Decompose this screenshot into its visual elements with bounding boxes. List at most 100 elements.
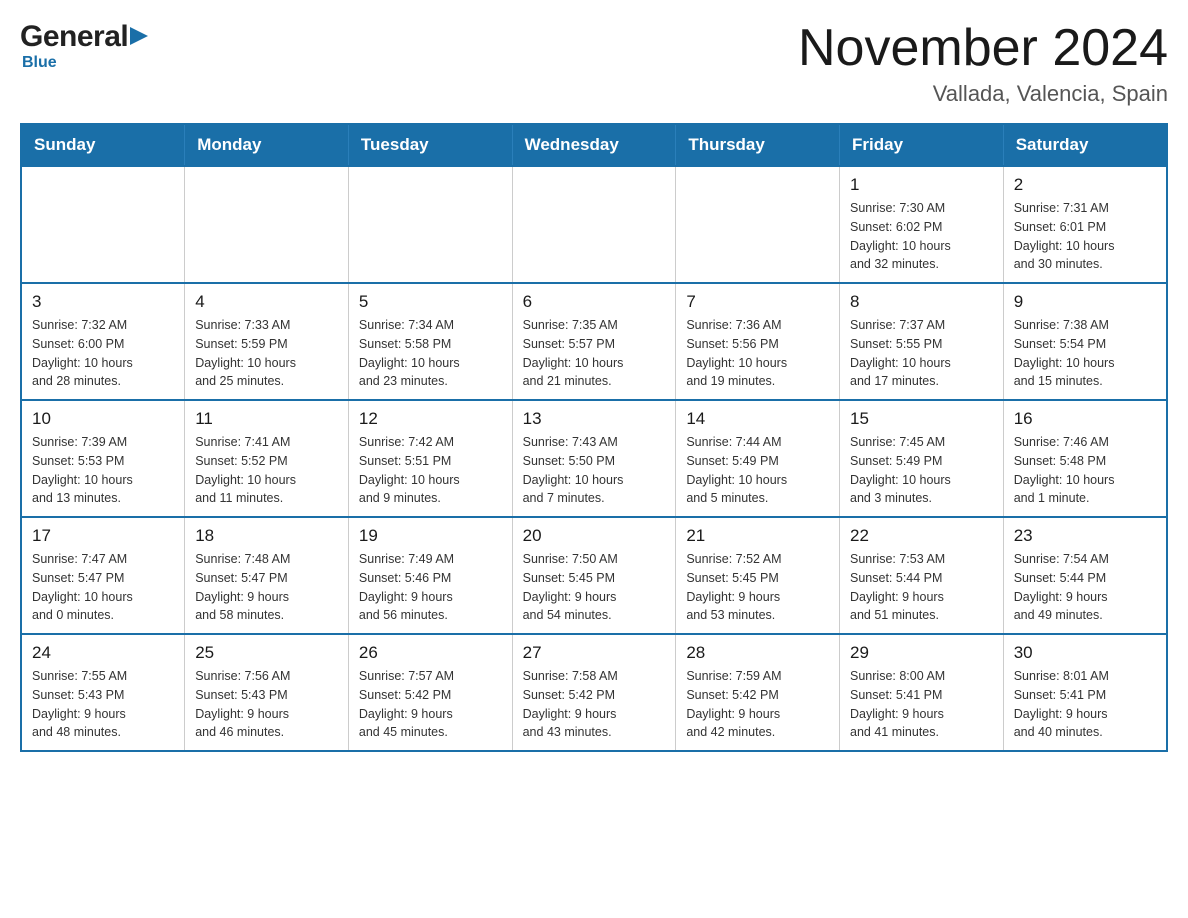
day-cell: 18 Sunrise: 7:48 AM Sunset: 5:47 PM Dayli… [185,517,349,634]
day-cell: 10 Sunrise: 7:39 AM Sunset: 5:53 PM Dayli… [21,400,185,517]
day-info: Sunrise: 7:48 AM Sunset: 5:47 PM Dayligh… [195,550,338,625]
day-number: 10 [32,409,174,429]
day-number: 14 [686,409,829,429]
day-cell: 13 Sunrise: 7:43 AM Sunset: 5:50 PM Dayli… [512,400,676,517]
day-cell: 19 Sunrise: 7:49 AM Sunset: 5:46 PM Dayli… [348,517,512,634]
day-cell [512,166,676,283]
days-of-week-row: SundayMondayTuesdayWednesdayThursdayFrid… [21,124,1167,166]
day-number: 13 [523,409,666,429]
day-number: 19 [359,526,502,546]
day-cell: 11Sunrise: 7:41 AM Sunset: 5:52 PM Dayli… [185,400,349,517]
day-cell: 24 Sunrise: 7:55 AM Sunset: 5:43 PM Dayli… [21,634,185,751]
day-number: 11 [195,409,338,429]
day-info: Sunrise: 7:38 AM Sunset: 5:54 PM Dayligh… [1014,316,1156,391]
day-info: Sunrise: 7:46 AM Sunset: 5:48 PM Dayligh… [1014,433,1156,508]
day-cell: 27 Sunrise: 7:58 AM Sunset: 5:42 PM Dayli… [512,634,676,751]
day-cell: 29Sunrise: 8:00 AM Sunset: 5:41 PM Dayli… [840,634,1004,751]
day-number: 7 [686,292,829,312]
day-info: Sunrise: 7:37 AM Sunset: 5:55 PM Dayligh… [850,316,993,391]
week-row-4: 17Sunrise: 7:47 AM Sunset: 5:47 PM Dayli… [21,517,1167,634]
day-number: 5 [359,292,502,312]
day-info: Sunrise: 7:49 AM Sunset: 5:46 PM Dayligh… [359,550,502,625]
day-number: 8 [850,292,993,312]
day-number: 27 [523,643,666,663]
day-info: Sunrise: 7:30 AM Sunset: 6:02 PM Dayligh… [850,199,993,274]
day-number: 24 [32,643,174,663]
logo: General Blue [20,20,148,72]
day-info: Sunrise: 7:57 AM Sunset: 5:42 PM Dayligh… [359,667,502,742]
day-info: Sunrise: 7:42 AM Sunset: 5:51 PM Dayligh… [359,433,502,508]
day-number: 6 [523,292,666,312]
week-row-3: 10 Sunrise: 7:39 AM Sunset: 5:53 PM Dayli… [21,400,1167,517]
day-info: Sunrise: 7:39 AM Sunset: 5:53 PM Dayligh… [32,433,174,508]
day-number: 18 [195,526,338,546]
day-cell: 6Sunrise: 7:35 AM Sunset: 5:57 PM Daylig… [512,283,676,400]
day-cell: 25 Sunrise: 7:56 AM Sunset: 5:43 PM Dayli… [185,634,349,751]
day-cell: 16 Sunrise: 7:46 AM Sunset: 5:48 PM Dayli… [1003,400,1167,517]
logo-blue-text: Blue [20,54,57,71]
day-info: Sunrise: 7:58 AM Sunset: 5:42 PM Dayligh… [523,667,666,742]
calendar-body: 1 Sunrise: 7:30 AM Sunset: 6:02 PM Daylig… [21,166,1167,751]
day-cell: 1 Sunrise: 7:30 AM Sunset: 6:02 PM Daylig… [840,166,1004,283]
header-wednesday: Wednesday [512,124,676,166]
header-friday: Friday [840,124,1004,166]
day-cell: 30 Sunrise: 8:01 AM Sunset: 5:41 PM Dayli… [1003,634,1167,751]
day-info: Sunrise: 7:33 AM Sunset: 5:59 PM Dayligh… [195,316,338,391]
day-info: Sunrise: 7:53 AM Sunset: 5:44 PM Dayligh… [850,550,993,625]
day-number: 21 [686,526,829,546]
day-cell: 4 Sunrise: 7:33 AM Sunset: 5:59 PM Daylig… [185,283,349,400]
day-info: Sunrise: 7:50 AM Sunset: 5:45 PM Dayligh… [523,550,666,625]
day-cell [676,166,840,283]
day-number: 25 [195,643,338,663]
day-number: 17 [32,526,174,546]
week-row-5: 24 Sunrise: 7:55 AM Sunset: 5:43 PM Dayli… [21,634,1167,751]
week-row-2: 3 Sunrise: 7:32 AM Sunset: 6:00 PM Daylig… [21,283,1167,400]
day-info: Sunrise: 7:45 AM Sunset: 5:49 PM Dayligh… [850,433,993,508]
day-info: Sunrise: 7:56 AM Sunset: 5:43 PM Dayligh… [195,667,338,742]
day-cell: 21 Sunrise: 7:52 AM Sunset: 5:45 PM Dayli… [676,517,840,634]
day-cell [185,166,349,283]
header-monday: Monday [185,124,349,166]
day-cell: 14 Sunrise: 7:44 AM Sunset: 5:49 PM Dayli… [676,400,840,517]
week-row-1: 1 Sunrise: 7:30 AM Sunset: 6:02 PM Daylig… [21,166,1167,283]
day-number: 22 [850,526,993,546]
page-header: General Blue November 2024 Vallada, Vale… [20,20,1168,107]
logo-triangle-icon [130,25,148,52]
title-block: November 2024 Vallada, Valencia, Spain [798,20,1168,107]
day-cell: 12 Sunrise: 7:42 AM Sunset: 5:51 PM Dayli… [348,400,512,517]
day-cell: 28 Sunrise: 7:59 AM Sunset: 5:42 PM Dayli… [676,634,840,751]
day-cell: 5Sunrise: 7:34 AM Sunset: 5:58 PM Daylig… [348,283,512,400]
day-info: Sunrise: 7:43 AM Sunset: 5:50 PM Dayligh… [523,433,666,508]
day-info: Sunrise: 7:55 AM Sunset: 5:43 PM Dayligh… [32,667,174,742]
header-saturday: Saturday [1003,124,1167,166]
day-number: 2 [1014,175,1156,195]
day-number: 28 [686,643,829,663]
day-info: Sunrise: 7:44 AM Sunset: 5:49 PM Dayligh… [686,433,829,508]
day-cell: 20 Sunrise: 7:50 AM Sunset: 5:45 PM Dayli… [512,517,676,634]
day-cell [348,166,512,283]
day-info: Sunrise: 7:52 AM Sunset: 5:45 PM Dayligh… [686,550,829,625]
day-number: 16 [1014,409,1156,429]
day-number: 4 [195,292,338,312]
header-thursday: Thursday [676,124,840,166]
day-cell: 2Sunrise: 7:31 AM Sunset: 6:01 PM Daylig… [1003,166,1167,283]
day-number: 12 [359,409,502,429]
calendar-title: November 2024 [798,20,1168,77]
day-cell: 23Sunrise: 7:54 AM Sunset: 5:44 PM Dayli… [1003,517,1167,634]
day-number: 15 [850,409,993,429]
day-number: 20 [523,526,666,546]
header-tuesday: Tuesday [348,124,512,166]
day-number: 3 [32,292,174,312]
day-cell: 9Sunrise: 7:38 AM Sunset: 5:54 PM Daylig… [1003,283,1167,400]
day-cell: 17Sunrise: 7:47 AM Sunset: 5:47 PM Dayli… [21,517,185,634]
day-info: Sunrise: 7:59 AM Sunset: 5:42 PM Dayligh… [686,667,829,742]
day-info: Sunrise: 7:32 AM Sunset: 6:00 PM Dayligh… [32,316,174,391]
day-number: 30 [1014,643,1156,663]
logo-general-text: General [20,20,128,54]
day-cell: 7Sunrise: 7:36 AM Sunset: 5:56 PM Daylig… [676,283,840,400]
day-info: Sunrise: 8:01 AM Sunset: 5:41 PM Dayligh… [1014,667,1156,742]
day-cell: 8 Sunrise: 7:37 AM Sunset: 5:55 PM Daylig… [840,283,1004,400]
header-sunday: Sunday [21,124,185,166]
day-number: 1 [850,175,993,195]
day-number: 29 [850,643,993,663]
